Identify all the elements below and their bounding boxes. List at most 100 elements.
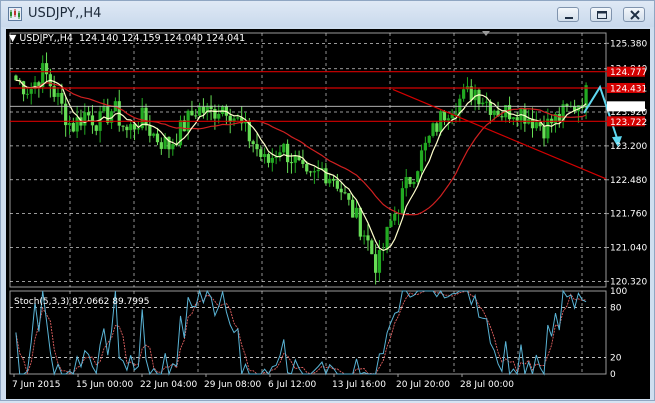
candle-body [293, 155, 297, 163]
down-trendline [392, 88, 607, 180]
price-tick-label: 120.320 [610, 277, 647, 287]
close-button[interactable] [623, 7, 645, 22]
candle-body [217, 113, 221, 119]
legend-symbol: USDJPY,,H4 [19, 33, 73, 44]
price-marker-label: 124.431 [610, 84, 647, 94]
candle-body [385, 226, 389, 250]
candle-body [377, 250, 382, 273]
candle-body [316, 169, 320, 172]
candle-body [102, 106, 106, 112]
candle-body [56, 92, 60, 97]
candle-body [71, 122, 75, 132]
price-marker-label: 124.777 [610, 68, 647, 78]
candle-body [144, 107, 148, 126]
price-chart-svg[interactable]: 125.380124.840123.920123.200122.480121.7… [6, 29, 650, 399]
candle-body [270, 157, 274, 163]
candle-body [305, 163, 309, 172]
candle-body [60, 92, 64, 104]
candle-body [324, 168, 328, 184]
candle-body [190, 110, 194, 116]
candle-body [194, 115, 198, 117]
candle-body [442, 111, 447, 121]
candle-body [366, 235, 370, 241]
time-tick-label: 28 Jul 00:00 [460, 380, 514, 390]
candle-body [431, 123, 435, 136]
time-tick-label: 20 Jul 20:00 [396, 380, 450, 390]
legend-ohlc: 124.140 124.159 124.040 124.041 [79, 33, 246, 44]
candle-body [87, 112, 91, 116]
price-tick-label: 123.200 [610, 142, 647, 152]
candle-body [484, 101, 489, 103]
candle-body [351, 199, 355, 218]
candle-body [423, 142, 427, 151]
legend-triangle-icon: ▼ [9, 33, 20, 44]
candle-body [416, 171, 420, 182]
candle-body [362, 235, 366, 237]
candle-body [477, 89, 481, 105]
candle-body [14, 75, 18, 81]
candle-body [419, 150, 424, 172]
candle-body [404, 177, 408, 189]
candle-body [75, 117, 79, 132]
candle-body [106, 106, 110, 123]
price-tick-label: 121.040 [610, 243, 647, 253]
fast-moving-average-line [15, 79, 587, 252]
candle-body [29, 88, 33, 94]
candle-body [197, 106, 202, 116]
price-plot-frame [9, 32, 607, 288]
candle-body [285, 143, 290, 163]
candle-body [358, 207, 362, 237]
candle-body [44, 63, 49, 75]
candle-body [534, 122, 538, 129]
candle-body [507, 105, 512, 120]
chart-window: USDJPY,,H4 125.380124.840123.920123.2001… [0, 0, 655, 401]
slow-moving-average-line [15, 79, 587, 216]
candle-body [339, 188, 343, 193]
candle-body [400, 188, 405, 213]
price-marker-label: 124.041 [610, 103, 647, 113]
minimize-button[interactable] [557, 7, 579, 22]
stoch-tick-label: 80 [610, 304, 622, 314]
chart-area[interactable]: 125.380124.840123.920123.200122.480121.7… [6, 29, 650, 399]
candle-body [370, 240, 374, 255]
candle-body [454, 113, 458, 115]
price-marker-label: 123.722 [610, 118, 647, 128]
candle-body [67, 122, 72, 126]
close-icon [630, 10, 640, 20]
candle-body [251, 141, 255, 145]
time-tick-label: 6 Jul 12:00 [268, 380, 317, 390]
candle-body [354, 207, 359, 218]
restore-icon [597, 11, 607, 19]
candle-body [500, 116, 504, 118]
time-tick-label: 22 Jun 04:00 [140, 380, 197, 390]
candle-body [347, 193, 351, 200]
chart-window-icon [8, 7, 22, 21]
candle-body [83, 112, 87, 126]
candle-body [462, 89, 466, 99]
window-title: USDJPY,,H4 [28, 6, 102, 21]
candle-body [289, 162, 294, 164]
candle-body [301, 160, 305, 164]
candle-body [515, 117, 519, 121]
candle-body [427, 135, 431, 143]
candle-body [201, 106, 206, 113]
candle-body [335, 180, 339, 189]
candle-body [263, 154, 267, 157]
candle-body [408, 177, 412, 185]
candle-body [312, 171, 317, 173]
time-tick-label: 13 Jul 16:00 [332, 380, 386, 390]
candle-body [148, 125, 152, 136]
candle-body [481, 102, 485, 105]
candle-body [236, 117, 240, 119]
candle-body [473, 89, 477, 101]
candle-body [393, 213, 397, 221]
candle-body [129, 124, 133, 131]
time-tick-label: 29 Jun 08:00 [204, 380, 261, 390]
restore-button[interactable] [590, 7, 612, 22]
time-tick-label: 7 Jun 2015 [12, 380, 60, 390]
candle-body [121, 125, 125, 127]
candle-body [488, 101, 493, 115]
minimize-icon [565, 17, 573, 19]
stoch-tick-label: 0 [610, 370, 616, 380]
title-bar[interactable]: USDJPY,,H4 [1, 1, 654, 27]
